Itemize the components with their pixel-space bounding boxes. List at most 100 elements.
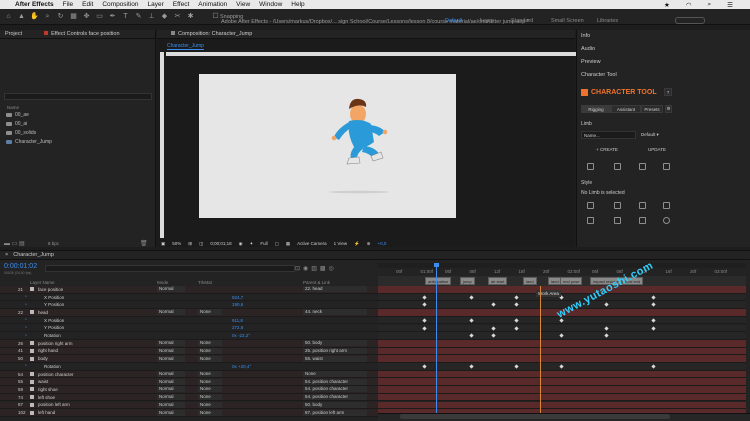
- resolution-dropdown[interactable]: Full: [260, 241, 267, 246]
- keyframe[interactable]: [422, 302, 427, 308]
- workspace-learn[interactable]: Learn: [480, 18, 494, 24]
- layer-name[interactable]: right shoe: [38, 387, 58, 392]
- keyframe[interactable]: [514, 325, 519, 331]
- wifi-icon[interactable]: ◠: [686, 1, 692, 9]
- search-icon[interactable]: ⌕: [708, 1, 712, 9]
- character-tool-title[interactable]: Character Tool: [581, 72, 617, 78]
- label-color-swatch[interactable]: [30, 341, 34, 346]
- region-icon[interactable]: ▢: [275, 241, 279, 247]
- mode-dropdown[interactable]: Normal: [157, 286, 185, 293]
- style-icon[interactable]: [639, 202, 646, 209]
- layer-name[interactable]: X Position: [44, 295, 64, 300]
- fast-preview-icon[interactable]: ⚡: [354, 241, 360, 247]
- layer-name[interactable]: right hand: [38, 348, 58, 353]
- selection-tool-icon[interactable]: ▲: [17, 12, 26, 21]
- layer-row[interactable]: 26 position right arm Normal None 50. body: [0, 339, 378, 348]
- camera-dropdown[interactable]: Active Camera: [297, 241, 327, 246]
- pen-tool-icon[interactable]: ✒: [108, 12, 117, 21]
- keyframe[interactable]: [604, 333, 609, 338]
- layer-track[interactable]: [378, 393, 746, 402]
- preset-dropdown[interactable]: Default ▾: [641, 131, 674, 139]
- layer-track[interactable]: [378, 286, 746, 294]
- layer-name[interactable]: left shoe: [38, 395, 55, 400]
- property-row[interactable]: ◔ X Position 911,8: [0, 316, 378, 325]
- keyframe[interactable]: [651, 318, 656, 323]
- parent-dropdown[interactable]: 55. waist: [303, 355, 367, 362]
- workspace-small-screen[interactable]: Small Screen: [551, 18, 584, 24]
- project-item-composition[interactable]: Character_Jump: [6, 139, 52, 145]
- playhead[interactable]: [436, 264, 437, 414]
- keyframe[interactable]: [422, 318, 427, 323]
- trkmat-dropdown[interactable]: None: [198, 347, 222, 354]
- property-value[interactable]: 924,7: [232, 295, 243, 300]
- channel-icon[interactable]: ✦: [250, 241, 254, 247]
- timeline-marker[interactable]: jump: [460, 277, 475, 285]
- label-color-swatch[interactable]: [30, 395, 34, 400]
- comp-subtab[interactable]: Character_Jump: [167, 43, 204, 50]
- keyframe[interactable]: [422, 325, 427, 331]
- tab-timeline[interactable]: Character_Jump: [13, 252, 54, 258]
- lock-icon[interactable]: [171, 31, 175, 35]
- parent-dropdown[interactable]: 44. neck: [303, 309, 367, 316]
- trkmat-dropdown[interactable]: None: [198, 409, 222, 416]
- menu-layer[interactable]: Layer: [147, 1, 163, 8]
- zoom-tool-icon[interactable]: ⌕: [43, 12, 52, 21]
- section-info[interactable]: Info: [581, 33, 590, 39]
- trkmat-dropdown[interactable]: None: [198, 394, 222, 401]
- parent-dropdown[interactable]: 50. body: [303, 401, 367, 408]
- link-icon[interactable]: [614, 163, 621, 170]
- keyframe[interactable]: [491, 333, 496, 338]
- star-icon[interactable]: ★: [664, 1, 670, 9]
- timeline-switches[interactable]: ⊡◉▥▩◎: [295, 265, 337, 272]
- parent-dropdown[interactable]: 54. position character: [303, 394, 367, 401]
- rig-icon[interactable]: [587, 163, 594, 170]
- trkmat-dropdown[interactable]: None: [198, 340, 222, 347]
- tab-effect-controls[interactable]: Effect Controls face position: [51, 31, 119, 37]
- layer-track[interactable]: [378, 401, 746, 410]
- label-color-swatch[interactable]: [30, 387, 34, 392]
- timeline-marker[interactable]: end pose: [560, 277, 583, 285]
- view-dropdown[interactable]: 1 View: [334, 241, 347, 246]
- parent-dropdown[interactable]: 54. position character: [303, 378, 367, 385]
- timeline-timecode[interactable]: 0:00:01:02: [4, 263, 37, 270]
- style-icon[interactable]: [614, 202, 621, 209]
- type-tool-icon[interactable]: T: [121, 12, 130, 21]
- trkmat-dropdown[interactable]: None: [198, 386, 222, 393]
- mode-dropdown[interactable]: Normal: [157, 409, 185, 416]
- timeline-marker[interactable]: land: [523, 277, 537, 285]
- pan-tool-icon[interactable]: ✥: [82, 12, 91, 21]
- playhead-handle[interactable]: [434, 263, 439, 267]
- property-row[interactable]: ◔ Y Position 190,6: [0, 301, 378, 310]
- tab-composition[interactable]: Composition: Character_Jump: [178, 31, 252, 37]
- snapshot-icon[interactable]: ◉: [239, 241, 243, 247]
- keyframe[interactable]: [491, 325, 496, 331]
- label-color-swatch[interactable]: [30, 372, 34, 377]
- keyframe[interactable]: [559, 364, 564, 369]
- style-icon[interactable]: [587, 217, 594, 224]
- mode-dropdown[interactable]: Normal: [157, 340, 185, 347]
- hand-tool-icon[interactable]: ✋: [30, 12, 39, 21]
- close-icon[interactable]: ×: [5, 252, 8, 258]
- layer-row[interactable]: 54 position character Normal None None: [0, 370, 378, 379]
- property-row[interactable]: ◔ Rotation 0x +20,4°: [0, 363, 378, 371]
- layer-row[interactable]: 41 right hand Normal None 26. position right…: [0, 347, 378, 356]
- workspace-default[interactable]: Default: [445, 18, 462, 24]
- layer-track[interactable]: [378, 355, 746, 363]
- property-value[interactable]: 190,6: [232, 302, 243, 307]
- keyframe[interactable]: [514, 295, 519, 300]
- always-preview-icon[interactable]: ▣: [161, 241, 165, 247]
- property-value[interactable]: 0x +20,4°: [232, 364, 251, 369]
- grid-icon[interactable]: ⊞: [188, 241, 192, 247]
- tab-presets[interactable]: Presets: [641, 105, 663, 113]
- new-folder-icon[interactable]: ▬ ▭ ▤: [4, 240, 25, 247]
- layer-track[interactable]: [378, 363, 746, 371]
- layer-name[interactable]: position left arm: [38, 402, 70, 407]
- stamp-tool-icon[interactable]: ⊥: [147, 12, 156, 21]
- layer-row[interactable]: 87 position left arm Normal None 50. body: [0, 401, 378, 410]
- label-color-swatch[interactable]: [30, 310, 34, 315]
- search-help-field[interactable]: [675, 17, 705, 24]
- composition-canvas[interactable]: [199, 74, 456, 218]
- property-value[interactable]: 0x -22,2°: [232, 333, 250, 338]
- menu-window[interactable]: Window: [259, 1, 282, 8]
- menu-view[interactable]: View: [236, 1, 250, 8]
